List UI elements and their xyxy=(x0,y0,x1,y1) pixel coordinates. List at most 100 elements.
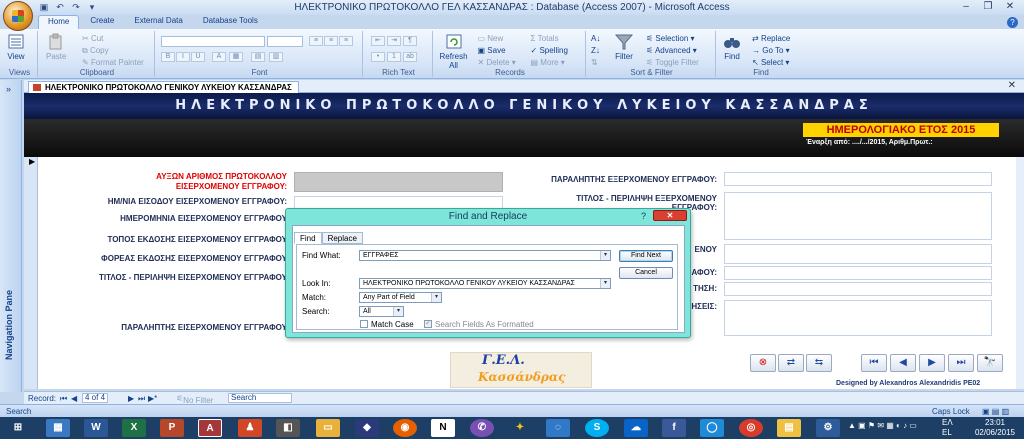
filter-button[interactable]: Filter xyxy=(614,33,634,61)
taskbar-excel-icon[interactable]: X xyxy=(122,419,146,437)
record-action-1-icon[interactable]: ⇄ xyxy=(778,354,804,372)
close-window-button[interactable]: ✕ xyxy=(1000,0,1020,13)
next-record-nav-icon[interactable]: ▶ xyxy=(128,394,134,403)
dialog-help-icon[interactable]: ? xyxy=(641,211,646,221)
protocol-number-field[interactable] xyxy=(294,172,503,192)
increase-indent-icon[interactable]: ⇥ xyxy=(387,36,401,46)
search-formatted-checkbox[interactable] xyxy=(424,318,432,328)
advanced-button[interactable]: ⚟ Advanced ▾ xyxy=(646,46,697,55)
gridlines-icon[interactable]: ▤ xyxy=(251,52,265,62)
new-record-nav-icon[interactable]: ▶* xyxy=(148,394,157,403)
bullets-icon[interactable]: • xyxy=(371,52,385,62)
nav-pane-toggle-icon[interactable]: » xyxy=(6,84,11,94)
italic-icon[interactable]: I xyxy=(176,52,190,62)
tab-home[interactable]: Home xyxy=(38,15,80,29)
taskbar-firefox-icon[interactable]: ◉ xyxy=(393,419,417,437)
close-form-icon[interactable]: ✕ xyxy=(1008,80,1016,91)
view-button[interactable]: View xyxy=(6,33,26,61)
next-record-icon[interactable]: ▶ xyxy=(919,354,945,372)
totals-button[interactable]: Σ Totals xyxy=(531,34,559,43)
taskbar-n-app-icon[interactable]: N xyxy=(431,419,455,437)
match-case-checkbox[interactable] xyxy=(360,320,368,328)
copy-button[interactable]: ⧉ Copy xyxy=(82,46,109,56)
restore-button[interactable]: ❐ xyxy=(978,0,998,13)
font-color-icon[interactable]: A xyxy=(212,52,226,62)
taskbar-skype-icon[interactable]: S xyxy=(585,419,609,437)
find-button[interactable]: Find xyxy=(722,33,742,61)
right-field-3[interactable] xyxy=(724,244,992,264)
find-next-button[interactable]: Find Next xyxy=(619,250,673,262)
toggle-filter-button[interactable]: ⚟ Toggle Filter xyxy=(646,58,699,67)
delete-record-button[interactable]: ✕ Delete ▾ xyxy=(478,58,516,67)
record-action-2-icon[interactable]: ⇆ xyxy=(806,354,832,372)
prev-record-nav-icon[interactable]: ◀ xyxy=(71,394,77,403)
highlight-icon[interactable]: ab xyxy=(403,52,417,62)
last-record-nav-icon[interactable]: ⏭ xyxy=(138,394,145,404)
first-record-icon[interactable]: ⏮ xyxy=(861,354,887,372)
last-record-icon[interactable]: ⏭ xyxy=(948,354,974,372)
recipient-out-field[interactable] xyxy=(724,172,992,186)
vertical-scrollbar[interactable] xyxy=(1016,157,1024,389)
cancel-button[interactable]: Cancel xyxy=(619,267,673,279)
align-right-icon[interactable]: ≡ xyxy=(339,36,353,46)
search-record-icon[interactable]: 🔭 xyxy=(977,354,1003,372)
form-document-tab[interactable]: ΗΛΕΚΤΡΟΝΙΚΟ ΠΡΩΤΟΚΟΛΛΟ ΓΕΝΙΚΟΥ ΛΥΚΕΙΟΥ Κ… xyxy=(28,81,299,93)
right-field-6[interactable] xyxy=(724,300,992,336)
look-in-dropdown-icon[interactable]: ▾ xyxy=(600,279,610,288)
record-selector[interactable]: ▶ xyxy=(24,157,38,389)
taskbar-chat-icon[interactable]: ◯ xyxy=(700,419,724,437)
alt-fill-icon[interactable]: ▥ xyxy=(269,52,283,62)
previous-record-icon[interactable]: ◀ xyxy=(890,354,916,372)
taskbar-explorer-icon[interactable]: ▤ xyxy=(777,419,801,437)
selection-button[interactable]: ⚟ Selection ▾ xyxy=(646,34,695,43)
replace-button[interactable]: ⇄ Replace xyxy=(752,34,790,43)
numbering-icon[interactable]: 1 xyxy=(387,52,401,62)
taskbar-app2-icon[interactable]: ◆ xyxy=(355,419,379,437)
sort-descending-icon[interactable]: Z↓ xyxy=(591,46,600,55)
spelling-button[interactable]: ✓ Spelling xyxy=(531,46,568,55)
tab-database-tools[interactable]: Database Tools xyxy=(194,15,267,29)
match-select[interactable]: Any Part of Field ▾ xyxy=(359,292,442,303)
taskbar-access-icon[interactable]: A xyxy=(198,419,222,437)
align-left-icon[interactable]: ≡ xyxy=(309,36,323,46)
view-switcher-icons[interactable]: ▣ ▤ ▥ xyxy=(982,407,1009,416)
customize-qat-icon[interactable]: ▾ xyxy=(86,2,98,13)
language-indicator[interactable]: ΕΛ EL xyxy=(942,418,953,438)
taskbar-viber-icon[interactable]: ✆ xyxy=(470,419,494,437)
underline-icon[interactable]: U xyxy=(191,52,205,62)
search-direction-dropdown-icon[interactable]: ▾ xyxy=(393,307,403,316)
taskbar-powerpoint-icon[interactable]: P xyxy=(160,419,184,437)
tab-find[interactable]: Find xyxy=(294,232,322,244)
decrease-indent-icon[interactable]: ⇤ xyxy=(371,36,385,46)
taskbar-people-icon[interactable]: ♟ xyxy=(238,419,262,437)
record-search-input[interactable]: Search xyxy=(228,393,292,403)
taskbar-folder-icon[interactable]: ▭ xyxy=(316,419,340,437)
clock[interactable]: 23:01 02/06/2015 xyxy=(970,418,1020,438)
title-out-field[interactable] xyxy=(724,192,992,240)
navigation-pane[interactable]: » Navigation Pane xyxy=(0,80,22,392)
find-what-input[interactable]: ΕΓΓΡΑΦΕΣ ▾ xyxy=(359,250,611,261)
taskbar-word-icon[interactable]: W xyxy=(84,419,108,437)
new-record-button[interactable]: ▭ New xyxy=(478,34,504,43)
goto-button[interactable]: → Go To ▾ xyxy=(752,46,790,55)
font-size-select[interactable] xyxy=(267,36,303,47)
more-button[interactable]: ▤ More ▾ xyxy=(531,58,565,67)
taskbar-app3-icon[interactable]: ◌ xyxy=(546,419,570,437)
no-filter-indicator[interactable]: ⚟ No Filter xyxy=(176,394,213,405)
office-button[interactable] xyxy=(3,1,33,31)
fill-color-icon[interactable]: ▦ xyxy=(229,52,243,62)
save-record-button[interactable]: ▣ Save xyxy=(478,46,506,55)
paste-button[interactable]: Paste xyxy=(46,33,66,61)
minimize-button[interactable]: – xyxy=(956,0,976,13)
font-name-select[interactable] xyxy=(161,36,265,47)
right-field-5[interactable] xyxy=(724,282,992,296)
start-icon[interactable]: ⊞ xyxy=(6,419,30,437)
undo-icon[interactable]: ↶ xyxy=(54,2,66,13)
cut-button[interactable]: ✂ Cut xyxy=(82,34,103,43)
search-direction-select[interactable]: All ▾ xyxy=(359,306,404,317)
right-field-4[interactable] xyxy=(724,266,992,280)
refresh-all-button[interactable]: Refresh All xyxy=(440,33,468,70)
taskbar-chrome-icon[interactable]: ◎ xyxy=(739,419,763,437)
save-icon[interactable]: ▣ xyxy=(38,2,50,13)
taskbar-store-icon[interactable]: ▦ xyxy=(46,419,70,437)
